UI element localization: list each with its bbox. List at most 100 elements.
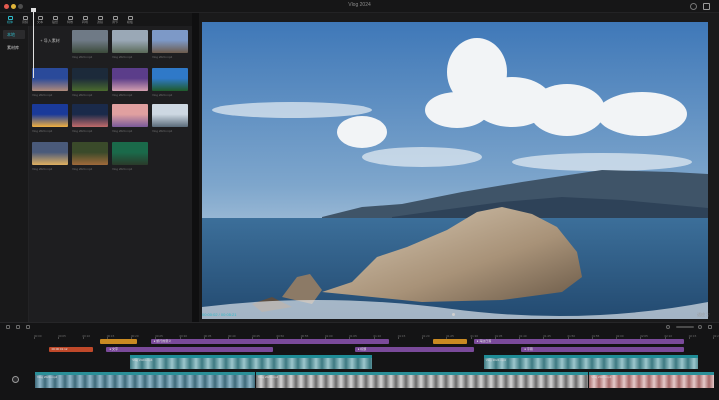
text-clip[interactable]: ● 文字: [106, 347, 273, 352]
left-nav-item-0[interactable]: 本地: [3, 30, 25, 39]
media-thumbnail[interactable]: Vlog 2024.mp4: [72, 68, 108, 102]
export-icon[interactable]: [703, 3, 710, 10]
redo-icon[interactable]: [16, 325, 20, 329]
undo-icon[interactable]: [6, 325, 10, 329]
clip-label: Vlog 2024.mp4: [37, 375, 58, 379]
thumbnail-image: [112, 104, 148, 127]
ruler-tick-label: 00:50: [276, 334, 285, 338]
media-thumbnail[interactable]: Vlog 2024.mp4: [32, 68, 68, 102]
thumbnail-caption: Vlog 2024.mp4: [32, 129, 53, 133]
toolbar-item-2[interactable]: 文本: [34, 13, 46, 26]
ruler-tick-label: 00:25: [155, 334, 163, 338]
main-video-clip[interactable]: Vlog 2024.mp4: [35, 372, 255, 388]
ruler-tick-label: 01:50: [567, 334, 576, 338]
thumbnail-caption: Vlog 2024.mp4: [152, 129, 173, 133]
text-clip[interactable]: ● 标题: [354, 347, 474, 352]
ruler-tick-label: 02:15: [688, 334, 697, 338]
thumbnail-image: [72, 68, 108, 91]
ruler-tick-label: 00:40: [228, 334, 236, 338]
playhead[interactable]: [33, 8, 34, 78]
toolbar: 媒体 音频 文本 贴纸 特效 转场 滤镜 调节 模板: [0, 13, 192, 26]
media-thumbnail[interactable]: Vlog 2024.mp4: [112, 30, 148, 64]
media-thumbnail[interactable]: Vlog 2024.mp4: [72, 142, 108, 176]
ruler-tick-label: 00:35: [203, 334, 212, 338]
play-icon[interactable]: [452, 313, 455, 316]
ruler-tick-label: 00:55: [300, 334, 309, 338]
overlay-clip[interactable]: Vlog 2024.mp4: [130, 355, 372, 369]
timeline-ruler[interactable]: 00:00 00:05 00:10 00:15 00:20 00:25 00:30 00:35…: [30, 331, 719, 339]
toolbar-item-5[interactable]: 转场: [79, 13, 91, 26]
ruler-tick: [58, 337, 60, 339]
left-nav-item-1[interactable]: 素材库: [3, 43, 25, 52]
ruler-tick-label: 01:30: [470, 334, 479, 338]
split-icon[interactable]: [26, 325, 30, 329]
toolbar-item-4[interactable]: 特效: [64, 13, 76, 26]
text-clip[interactable]: ● 字幕: [521, 347, 685, 352]
settings-icon[interactable]: [690, 3, 697, 10]
timeline: 00:00 00:05 00:10 00:15 00:20 00:25 00:30 00:35…: [0, 322, 719, 400]
thumbnail-caption: Vlog 2024.mp4: [32, 167, 53, 171]
toolbar-item-3[interactable]: 贴纸: [49, 13, 61, 26]
import-media-button[interactable]: + 导入素材: [35, 36, 65, 46]
panel-divider[interactable]: [192, 13, 199, 322]
preview-timecode: 00:00:02 / 00:05:21: [202, 312, 237, 317]
media-thumbnail[interactable]: Vlog 2024.mp4: [32, 104, 68, 138]
media-thumbnail[interactable]: Vlog 2024.mp4: [72, 104, 108, 138]
text-clip[interactable]: ● 海边日落: [473, 339, 685, 344]
toolbar-item-6[interactable]: 滤镜: [94, 13, 106, 26]
thumbnail-caption: Vlog 2024.mp4: [112, 93, 133, 97]
ruler-tick: [470, 337, 472, 339]
ruler-tick: [82, 337, 84, 339]
preview-view-controls[interactable]: 适应 ⛶: [697, 312, 709, 318]
preview-panel: 00:00:02 / 00:05:21 适应 ⛶: [199, 13, 719, 322]
filter-icon: [97, 15, 103, 20]
media-thumbnail[interactable]: Vlog 2024.mp4: [112, 104, 148, 138]
clip-label: Vlog 2024.mp4: [591, 375, 612, 379]
ruler-tick-label: 01:35: [494, 334, 503, 338]
fit-timeline-icon[interactable]: [708, 325, 712, 329]
ruler-tick: [34, 337, 35, 339]
media-thumbnail[interactable]: Vlog 2024.mp4: [152, 30, 188, 64]
ruler-tick-label: 01:55: [591, 334, 600, 338]
text-clip[interactable]: ● 旅行的意义: [150, 339, 389, 344]
ruler-tick-label: 02:10: [664, 334, 673, 338]
zoom-out-icon[interactable]: [666, 325, 670, 329]
ruler-tick-label: 00:15: [106, 334, 115, 338]
media-thumbnail[interactable]: Vlog 2024.mp4: [112, 142, 148, 176]
ruler-tick: [422, 337, 423, 339]
text-clip[interactable]: [432, 339, 467, 344]
thumbnail-image: [112, 30, 148, 53]
preview-video[interactable]: [202, 22, 708, 319]
media-thumbnail[interactable]: Vlog 2024.mp4: [152, 104, 188, 138]
ruler-tick: [713, 337, 714, 339]
toolbar-item-8[interactable]: 模板: [124, 13, 136, 26]
media-icon: [7, 15, 13, 20]
media-thumbnail[interactable]: Vlog 2024.mp4: [152, 68, 188, 102]
overlay-clip[interactable]: Vlog 2024.mp4: [483, 355, 698, 369]
ruler-tick-label: 01:25: [446, 334, 454, 338]
zoom-slider[interactable]: [676, 326, 694, 328]
text-clip[interactable]: [99, 339, 137, 344]
media-thumbnail[interactable]: Vlog 2024.mp4: [112, 68, 148, 102]
toolbar-item-0[interactable]: 媒体: [4, 13, 16, 26]
thumbnail-image: [32, 142, 68, 165]
media-thumbnail[interactable]: Vlog 2024.mp4: [32, 142, 68, 176]
main-video-clip[interactable]: Vlog 2024.mp4: [589, 372, 714, 388]
toolbar-item-1[interactable]: 音频: [19, 13, 31, 26]
toolbar-item-7[interactable]: 调节: [109, 13, 121, 26]
window-title: Vlog 2024: [348, 2, 371, 8]
ruler-tick-label: 01:15: [397, 334, 406, 338]
zoom-in-icon[interactable]: [698, 325, 702, 329]
track-settings-icon[interactable]: [12, 376, 19, 383]
thumbnail-caption: Vlog 2024.mp4: [112, 129, 133, 133]
main-video-clip[interactable]: Vlog 2024.mp4: [256, 372, 589, 388]
ruler-tick-label: 01:20: [422, 334, 430, 338]
media-thumbnail[interactable]: Vlog 2024.mp4: [72, 30, 108, 64]
text-clip[interactable]: 00:00:01:12: [48, 347, 93, 352]
ruler-tick-label: 01:45: [543, 334, 551, 338]
thumbnail-caption: Vlog 2024.mp4: [72, 55, 93, 59]
transition-icon: [82, 15, 88, 20]
coastal-landscape-image: [202, 22, 708, 319]
thumbnail-image: [152, 68, 188, 91]
thumbnail-caption: Vlog 2024.mp4: [72, 129, 93, 133]
